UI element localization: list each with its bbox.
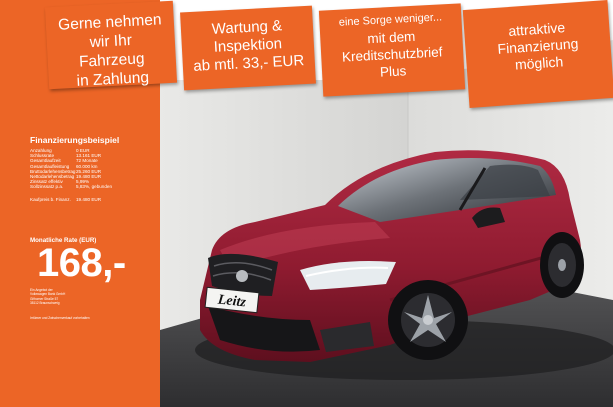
purchase-price-row: Kaufpreis b. Finanz. 19.480 EUR — [30, 190, 112, 202]
row-value: 19.480 EUR — [76, 196, 102, 202]
financing-offer-banner: attraktive Finanzierung möglich — [462, 0, 613, 108]
disclaimer: Irrtümer und Zwischenverkauf vorbehalten — [30, 316, 90, 320]
lender-info: Ein Angebot der Volkswagen Bank GmbH Gif… — [30, 288, 65, 306]
financing-table: Anzahlung 0 EUR Schlussrate 13.161 EUR Gesam… — [30, 148, 112, 202]
vehicle-advertisement: Leitz Finanzierungsbeispiel Anzahlung 0 E… — [0, 0, 613, 407]
row-value: 5,83%, gebunden — [76, 184, 113, 190]
row-label: Kaufpreis b. Finanz. — [30, 196, 71, 202]
dealer-plate-text: Leitz — [216, 292, 247, 310]
credit-protection-banner: eine Sorge weniger... mit dem Kreditschu… — [318, 3, 466, 97]
financing-title: Finanzierungsbeispiel — [30, 135, 120, 145]
lender-line: 38112 Braunschweig — [30, 301, 60, 306]
monthly-rate-value: 168,- — [37, 241, 126, 285]
maintenance-banner: Wartung & Inspektion ab mtl. 33,- EUR — [180, 5, 316, 91]
trade-in-banner: Gerne nehmen wir Ihr Fahrzeug in Zahlung — [44, 0, 178, 90]
